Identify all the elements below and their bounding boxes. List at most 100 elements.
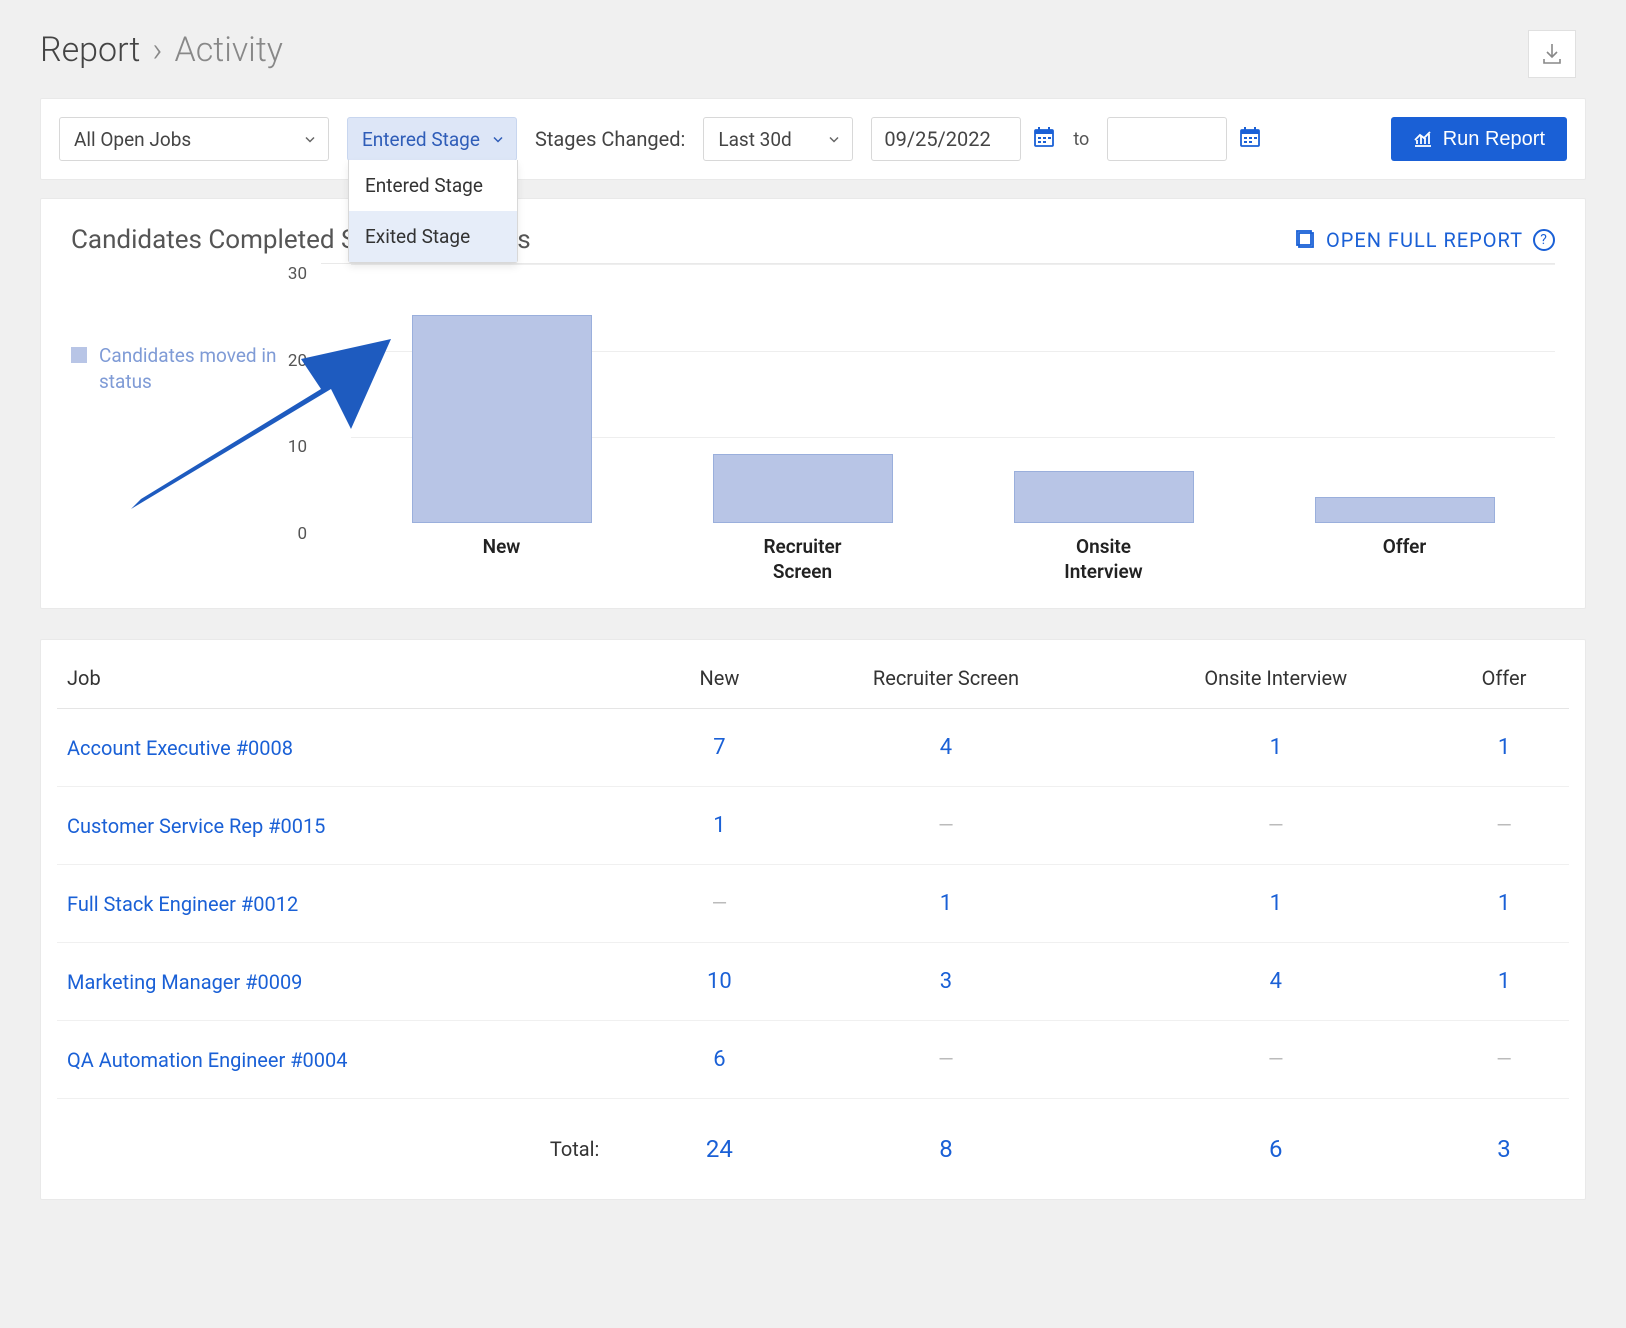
total-value: 8 bbox=[939, 1135, 953, 1163]
date-to-label: to bbox=[1073, 129, 1089, 150]
stage-dropdown: Entered Stage Exited Stage bbox=[348, 160, 518, 263]
date-from-input[interactable]: 09/25/2022 bbox=[871, 117, 1021, 161]
cell: 1 bbox=[1439, 943, 1569, 1021]
open-full-report-link[interactable]: OPEN FULL REPORT ? bbox=[1296, 228, 1555, 252]
total-label: Total: bbox=[57, 1099, 659, 1190]
cell: — bbox=[1113, 1021, 1439, 1099]
help-icon[interactable]: ? bbox=[1533, 229, 1555, 251]
cell: — bbox=[1113, 787, 1439, 865]
cell: 1 bbox=[1113, 865, 1439, 943]
chart-icon bbox=[1413, 130, 1433, 148]
table-row: Customer Service Rep #00151——— bbox=[57, 787, 1569, 865]
chevron-down-icon bbox=[492, 128, 504, 151]
job-link[interactable]: QA Automation Engineer #0004 bbox=[67, 1048, 348, 1072]
stage-select-label: Entered Stage bbox=[362, 128, 480, 151]
bar bbox=[713, 454, 893, 523]
chevron-down-icon bbox=[828, 128, 840, 151]
breadcrumb-root[interactable]: Report bbox=[40, 30, 140, 70]
bar bbox=[412, 315, 592, 523]
cell-value[interactable]: 3 bbox=[940, 969, 952, 994]
column-header: Offer bbox=[1439, 640, 1569, 709]
jobs-select[interactable]: All Open Jobs bbox=[59, 117, 329, 161]
cell: 4 bbox=[1113, 943, 1439, 1021]
date-to-input[interactable] bbox=[1107, 117, 1227, 161]
column-header: Recruiter Screen bbox=[779, 640, 1112, 709]
cell-value[interactable]: 1 bbox=[1498, 891, 1510, 916]
cell: 1 bbox=[779, 865, 1112, 943]
legend-item: Candidates moved in status bbox=[71, 343, 321, 394]
cell-value[interactable]: 1 bbox=[1498, 735, 1510, 760]
download-icon bbox=[1541, 42, 1563, 66]
cell-value[interactable]: 7 bbox=[713, 735, 725, 760]
cell: — bbox=[779, 1021, 1112, 1099]
bar bbox=[1315, 497, 1495, 523]
breadcrumb-current: Activity bbox=[174, 30, 282, 70]
job-link[interactable]: Customer Service Rep #0015 bbox=[67, 814, 325, 838]
x-label: Offer bbox=[1254, 535, 1555, 584]
cell: 7 bbox=[659, 709, 779, 787]
total-value: 6 bbox=[1269, 1135, 1283, 1163]
calendar-icon[interactable] bbox=[1033, 126, 1055, 152]
table-card: JobNewRecruiter ScreenOnsite InterviewOf… bbox=[40, 639, 1586, 1200]
cell-value[interactable]: 10 bbox=[707, 969, 732, 994]
cell: 1 bbox=[659, 787, 779, 865]
cell-value[interactable]: 1 bbox=[713, 813, 725, 838]
calendar-icon[interactable] bbox=[1239, 126, 1261, 152]
date-from-value: 09/25/2022 bbox=[884, 127, 990, 151]
total-value: 3 bbox=[1497, 1135, 1511, 1163]
breadcrumb: Report › Activity bbox=[40, 30, 1586, 70]
stage-option-exited[interactable]: Exited Stage bbox=[349, 211, 517, 262]
column-header: Onsite Interview bbox=[1113, 640, 1439, 709]
chevron-down-icon bbox=[304, 128, 316, 151]
cell-value[interactable]: 1 bbox=[1498, 969, 1510, 994]
cell: 1 bbox=[1439, 865, 1569, 943]
jobs-select-label: All Open Jobs bbox=[74, 128, 191, 151]
open-report-icon bbox=[1296, 230, 1316, 250]
stage-option-entered[interactable]: Entered Stage bbox=[349, 160, 517, 211]
y-tick: 30 bbox=[288, 264, 307, 284]
plot: 0102030 NewRecruiterScreenOnsiteIntervie… bbox=[321, 263, 1555, 584]
column-header: Job bbox=[57, 640, 659, 709]
cell-value[interactable]: 1 bbox=[1270, 735, 1282, 760]
table-row: Marketing Manager #0009 10 3 4 1 bbox=[57, 943, 1569, 1021]
y-tick: 0 bbox=[297, 524, 307, 544]
cell-value[interactable]: 6 bbox=[713, 1047, 725, 1072]
table-row: Full Stack Engineer #0012—111 bbox=[57, 865, 1569, 943]
cell-value[interactable]: 1 bbox=[940, 891, 952, 916]
stage-select[interactable]: Entered Stage Entered Stage Exited Stage bbox=[347, 117, 517, 161]
cell: 4 bbox=[779, 709, 1112, 787]
cell: — bbox=[1439, 1021, 1569, 1099]
job-link[interactable]: Marketing Manager #0009 bbox=[67, 970, 302, 994]
range-preset-select[interactable]: Last 30d bbox=[703, 117, 853, 161]
cell-value[interactable]: 4 bbox=[1270, 969, 1282, 994]
y-tick: 10 bbox=[288, 437, 307, 457]
x-label: RecruiterScreen bbox=[652, 535, 953, 584]
run-report-button[interactable]: Run Report bbox=[1391, 117, 1567, 161]
bar bbox=[1014, 471, 1194, 523]
total-value: 24 bbox=[706, 1135, 733, 1163]
cell: 3 bbox=[779, 943, 1112, 1021]
y-tick: 20 bbox=[288, 351, 307, 371]
cell: — bbox=[779, 787, 1112, 865]
job-link[interactable]: Account Executive #0008 bbox=[67, 736, 293, 760]
chevron-right-icon: › bbox=[152, 30, 162, 70]
legend: Candidates moved in status bbox=[71, 263, 321, 584]
cell-value[interactable]: 1 bbox=[1270, 891, 1282, 916]
cell: — bbox=[1439, 787, 1569, 865]
chart-card: Candidates Completed Stage – All Jobs OP… bbox=[40, 198, 1586, 609]
table-row: QA Automation Engineer #00046——— bbox=[57, 1021, 1569, 1099]
legend-swatch bbox=[71, 347, 87, 363]
stages-changed-label: Stages Changed: bbox=[535, 127, 685, 151]
download-button[interactable] bbox=[1528, 30, 1576, 78]
filter-bar: All Open Jobs Entered Stage Entered Stag… bbox=[40, 98, 1586, 180]
cell-value[interactable]: 4 bbox=[940, 735, 952, 760]
cell: 6 bbox=[659, 1021, 779, 1099]
cell: 1 bbox=[1439, 709, 1569, 787]
job-link[interactable]: Full Stack Engineer #0012 bbox=[67, 892, 298, 916]
x-label: OnsiteInterview bbox=[953, 535, 1254, 584]
cell: 10 bbox=[659, 943, 779, 1021]
column-header: New bbox=[659, 640, 779, 709]
run-report-label: Run Report bbox=[1443, 128, 1545, 151]
results-table: JobNewRecruiter ScreenOnsite InterviewOf… bbox=[57, 640, 1569, 1189]
table-row: Account Executive #0008 7 4 1 1 bbox=[57, 709, 1569, 787]
